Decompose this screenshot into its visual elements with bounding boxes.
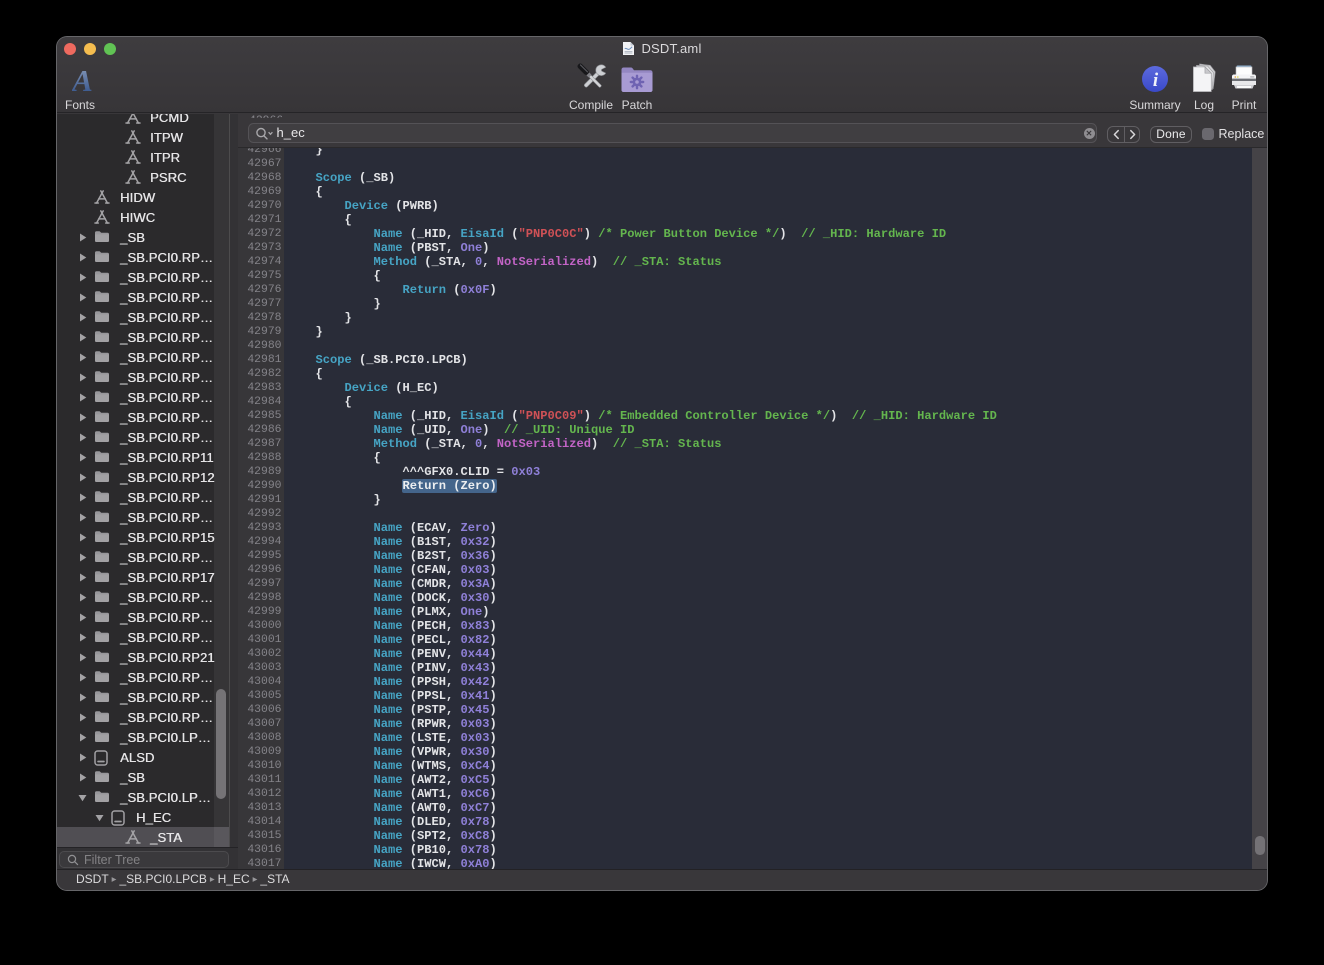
svg-text:i: i: [1153, 70, 1159, 91]
